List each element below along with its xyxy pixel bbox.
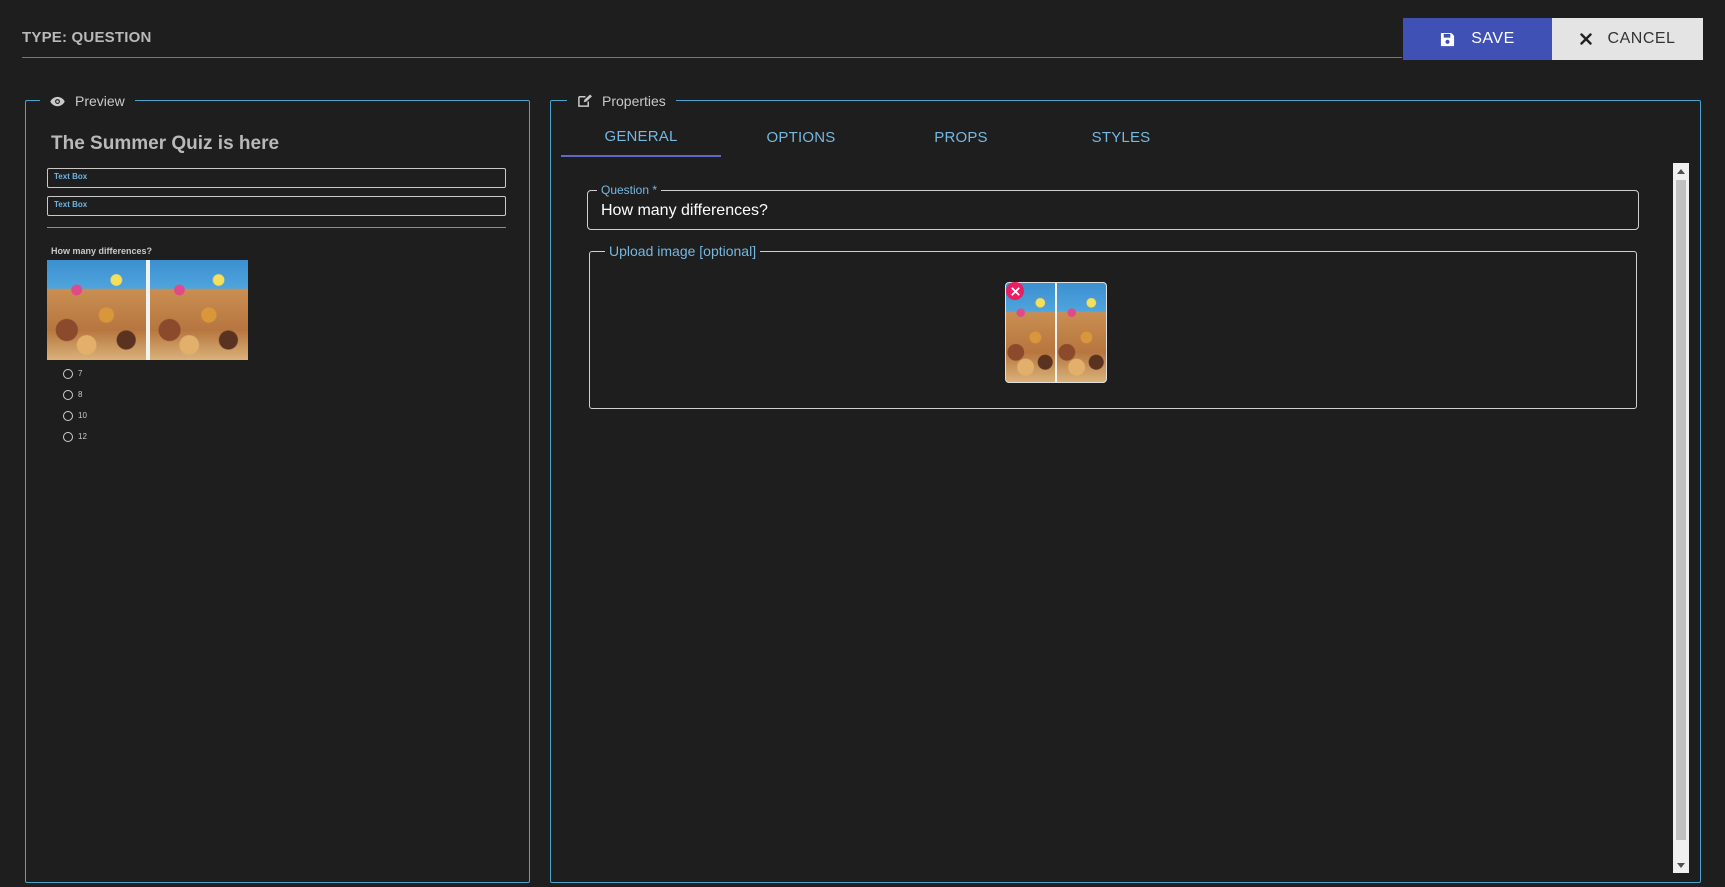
preview-option[interactable]: 8 [63,384,87,405]
preview-text-box[interactable]: Text Box [47,196,506,216]
radio-button[interactable] [63,368,73,379]
properties-panel: Properties GENERAL OPTIONS PROPS STYLES … [550,91,1701,883]
cancel-button[interactable]: CANCEL [1552,18,1703,60]
scroll-down-arrow-icon[interactable] [1673,857,1689,873]
image-right-half [149,260,248,360]
tab-styles[interactable]: STYLES [1041,117,1201,157]
radio-button[interactable] [63,389,73,400]
radio-button[interactable] [63,431,73,442]
preview-divider [47,227,506,228]
properties-legend-label: Properties [602,93,666,109]
upload-image-field[interactable]: Upload image [optional] [589,243,1637,409]
preview-question-image [47,260,248,360]
preview-text-box[interactable]: Text Box [47,168,506,188]
preview-legend-label: Preview [75,93,125,109]
save-button[interactable]: SAVE [1403,18,1552,60]
question-input[interactable]: Question * How many differences? [587,183,1639,230]
eye-icon [50,96,65,106]
editor-page: TYPE: QUESTION SAVE CANCEL Preview The S… [0,0,1725,887]
preview-question-text: How many differences? [51,246,153,256]
radio-button[interactable] [63,410,73,421]
tab-options[interactable]: OPTIONS [721,117,881,157]
vertical-scrollbar[interactable] [1673,163,1689,873]
tab-general[interactable]: GENERAL [561,117,721,157]
cancel-button-label: CANCEL [1607,30,1676,47]
scrollbar-thumb[interactable] [1676,180,1686,840]
preview-panel: Preview The Summer Quiz is here Text Box… [25,91,530,883]
preview-legend: Preview [40,91,135,111]
option-label: 8 [78,390,83,399]
question-input-value[interactable]: How many differences? [601,202,768,220]
page-type-title: TYPE: QUESTION [22,29,152,46]
option-label: 7 [78,369,83,378]
option-label: 12 [78,432,87,441]
save-button-label: SAVE [1471,30,1515,47]
image-left-half [47,260,146,360]
remove-image-button[interactable] [1006,282,1024,300]
properties-tabs: GENERAL OPTIONS PROPS STYLES [561,117,1201,157]
upload-image-label: Upload image [optional] [605,243,761,259]
quiz-title: The Summer Quiz is here [51,133,280,154]
option-label: 10 [78,411,87,420]
preview-option[interactable]: 7 [63,363,87,384]
preview-option[interactable]: 10 [63,405,87,426]
preview-option[interactable]: 12 [63,426,87,447]
image-right-half [1057,283,1106,382]
preview-options: 7 8 10 12 [63,363,87,447]
header-divider [22,57,1402,58]
properties-legend: Properties [567,91,676,111]
floppy-disk-icon [1441,32,1455,46]
tab-props[interactable]: PROPS [881,117,1041,157]
close-icon [1579,33,1592,45]
question-input-label: Question * [597,183,662,197]
edit-icon [578,94,592,107]
close-icon [1010,286,1020,296]
scroll-up-arrow-icon[interactable] [1673,163,1689,179]
